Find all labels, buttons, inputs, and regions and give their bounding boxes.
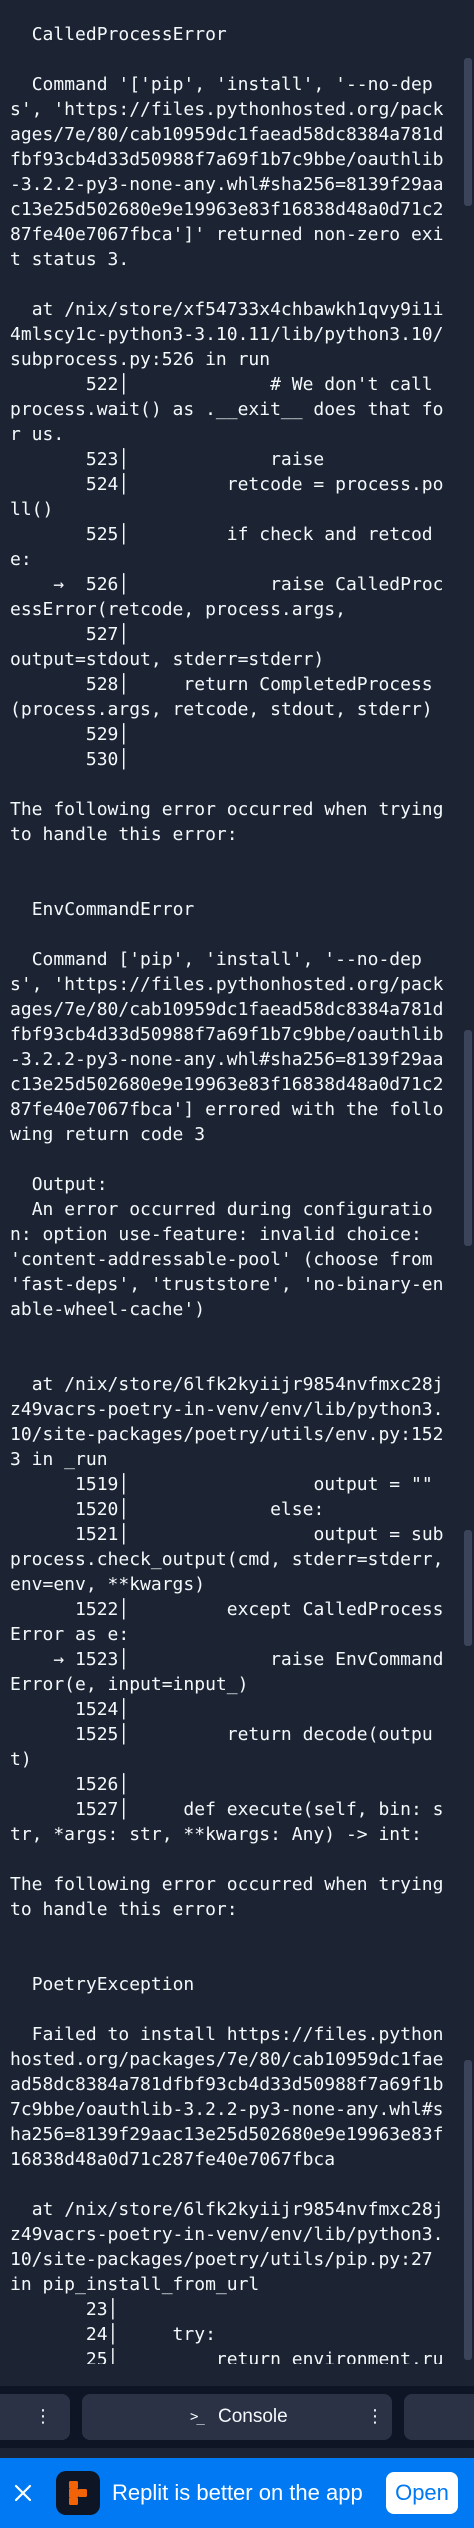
- tab-menu-button[interactable]: ⋮: [34, 2406, 52, 2428]
- console-scrollbar[interactable]: [462, 0, 474, 2364]
- close-icon[interactable]: [10, 2480, 36, 2506]
- scrollbar-segment[interactable]: [464, 1530, 472, 1646]
- console-output-text: CalledProcessError Command '['pip', 'ins…: [10, 24, 444, 2364]
- tab-console-label: Console: [218, 2406, 288, 2427]
- tab-console-menu-button[interactable]: ⋮: [366, 2406, 384, 2428]
- tab-console[interactable]: >_ Console ⋮: [82, 2394, 392, 2440]
- app-promo-banner: Replit is better on the app Open: [0, 2458, 474, 2528]
- tab-next[interactable]: [404, 2394, 474, 2440]
- pane-tab-bar: ⋮ >_ Console ⋮: [0, 2386, 474, 2448]
- terminal-icon: >_: [190, 2409, 205, 2425]
- replit-logo-icon: [56, 2471, 100, 2515]
- banner-message: Replit is better on the app: [112, 2480, 363, 2505]
- scrollbar-segment[interactable]: [464, 1030, 472, 1246]
- scrollbar-segment[interactable]: [464, 2060, 472, 2360]
- tab-previous[interactable]: ⋮: [0, 2394, 70, 2440]
- console-output-pane[interactable]: CalledProcessError Command '['pip', 'ins…: [0, 0, 474, 2364]
- scrollbar-segment[interactable]: [464, 58, 472, 206]
- open-app-button[interactable]: Open: [386, 2472, 458, 2514]
